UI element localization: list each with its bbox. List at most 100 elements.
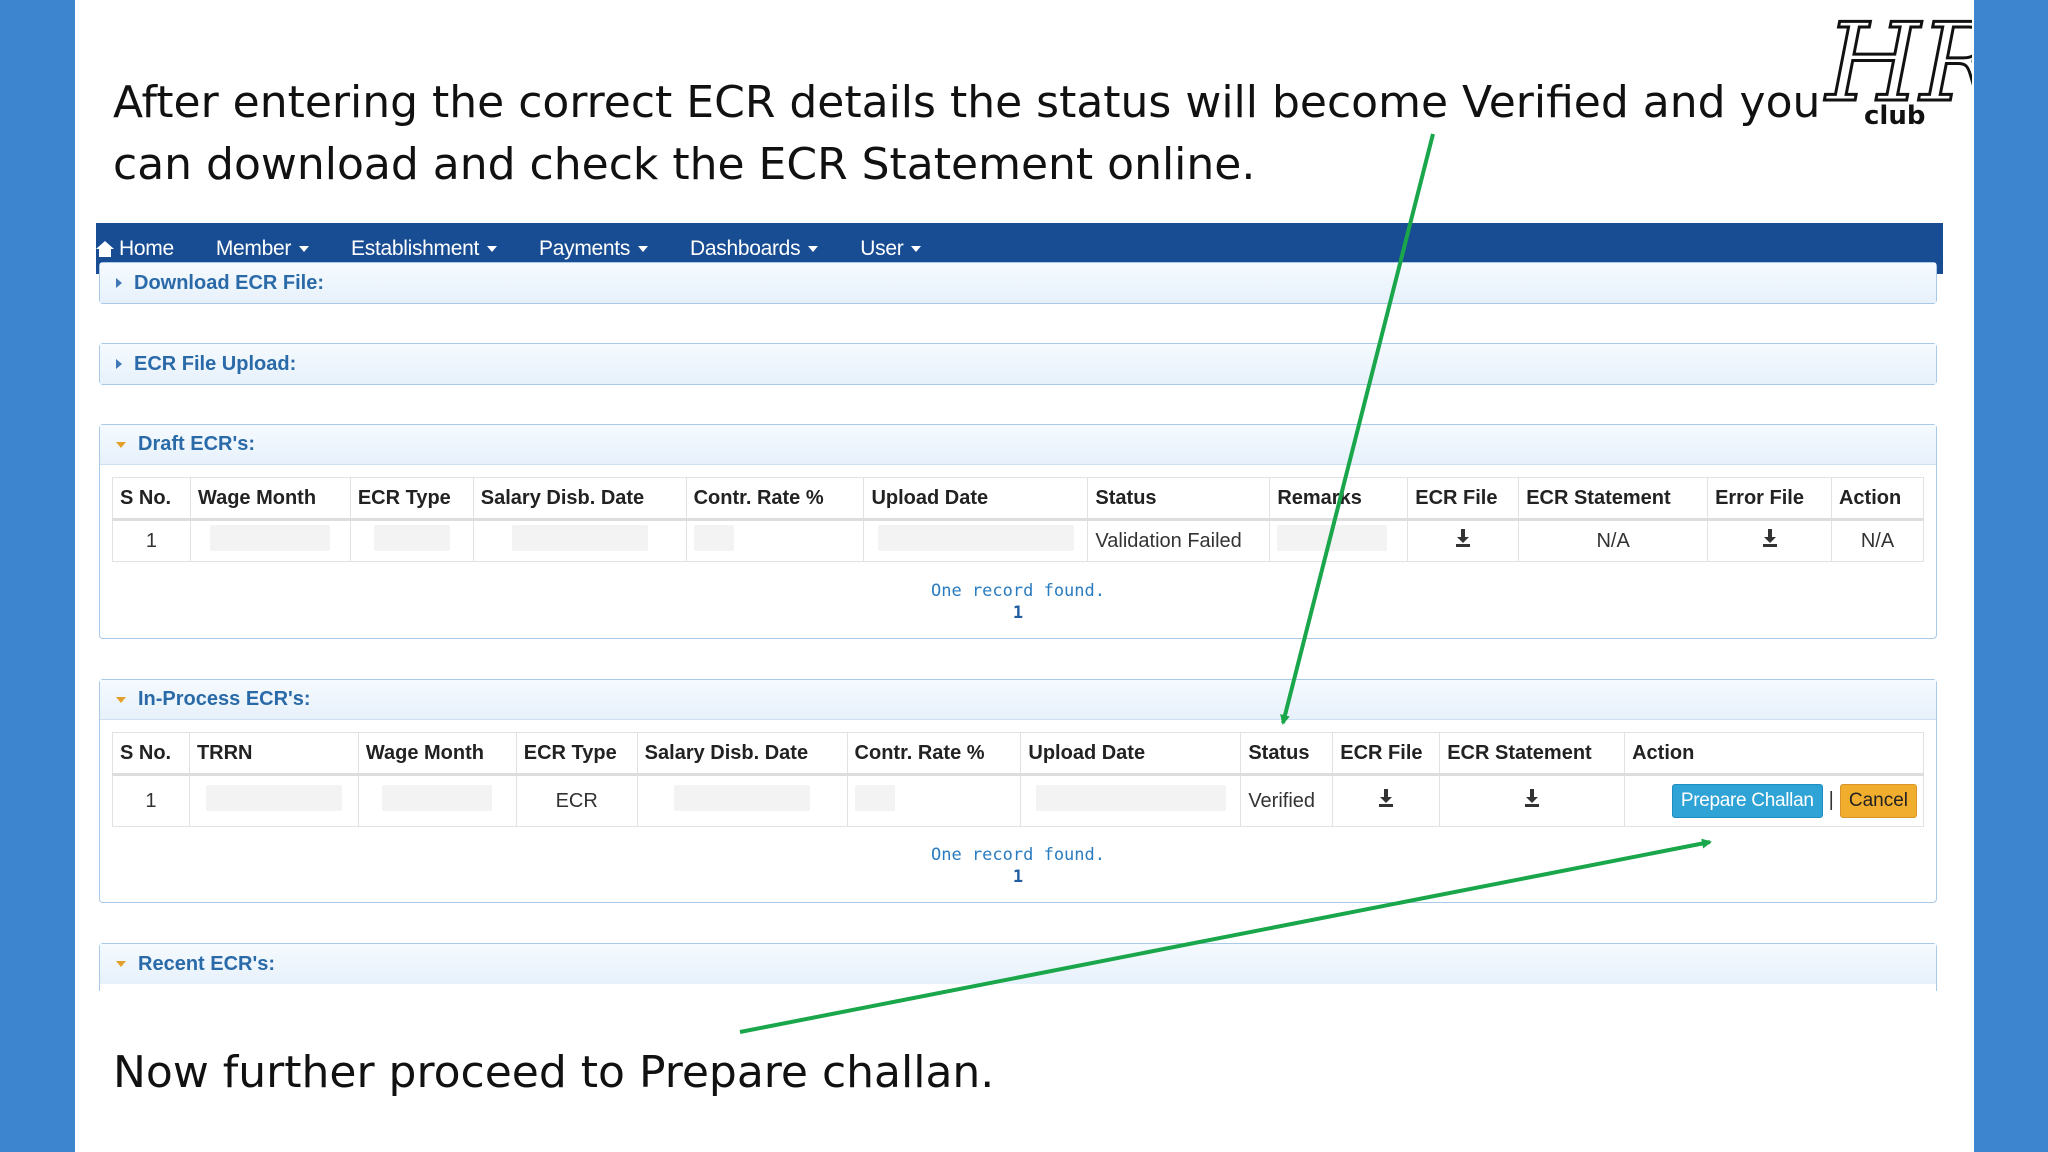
nav-dashboards[interactable]: Dashboards (690, 236, 819, 261)
caret-down-icon (116, 441, 126, 448)
panel-inprocess-ecrs: In-Process ECR's: S No. TRRN Wage Month … (99, 679, 1937, 903)
cell-upload-date (863, 519, 1089, 562)
panel-draft-ecrs: Draft ECR's: S No. Wage Month ECR Type S… (99, 424, 1937, 639)
col-wage-month: Wage Month (357, 732, 517, 776)
cell-upload-date (1020, 774, 1242, 827)
nav-member-label: Member (215, 236, 292, 260)
cell-contr-rate (685, 519, 865, 562)
col-sno: S No. (112, 732, 190, 776)
hr-club-logo: HR club (1823, 0, 1973, 131)
action-separator: | (1828, 789, 1834, 811)
table-row: 1 Validation Failed N/A N/A (112, 519, 1925, 562)
download-icon[interactable] (1379, 789, 1394, 807)
col-status: Status (1087, 477, 1271, 521)
inprocess-record-count: One record found. 1 (100, 844, 1936, 888)
panel-ecr-upload: ECR File Upload: (99, 343, 1937, 385)
cell-ecr-statement (1439, 774, 1626, 827)
cell-ecr-type (349, 519, 474, 562)
redacted-field (674, 785, 811, 811)
caption-bottom: Now further proceed to Prepare challan. (113, 1047, 995, 1098)
redacted-field (877, 525, 1074, 551)
cell-status: Validation Failed (1087, 519, 1271, 562)
chevron-down-icon (808, 245, 819, 252)
cell-error-file (1707, 519, 1832, 562)
col-ecr-statement: ECR Statement (1518, 477, 1709, 521)
redacted-field (205, 785, 342, 811)
nav-establishment[interactable]: Establishment (351, 237, 498, 261)
cell-trrn (188, 774, 359, 827)
draft-record-count: One record found. 1 (100, 580, 1936, 624)
panel-recent-title: Recent ECR's: (138, 952, 276, 975)
table-row: 1 ECR Verified Prepare Challan | Cancel (112, 774, 1924, 827)
panel-recent-header[interactable]: Recent ECR's: (100, 944, 1936, 984)
redacted-field (854, 785, 895, 811)
redacted-field (373, 525, 450, 551)
cell-ecr-type: ECR (515, 774, 638, 827)
draft-ecr-table: S No. Wage Month ECR Type Salary Disb. D… (112, 477, 1925, 562)
download-icon[interactable] (1456, 529, 1471, 547)
table-header-row: S No. TRRN Wage Month ECR Type Salary Di… (112, 732, 1924, 776)
cell-sno: 1 (112, 519, 191, 562)
cell-ecr-file (1407, 519, 1520, 562)
cell-action: N/A (1830, 519, 1925, 562)
prepare-challan-button[interactable]: Prepare Challan (1671, 784, 1823, 818)
nav-payments[interactable]: Payments (539, 236, 649, 261)
redacted-field (511, 525, 648, 551)
inprocess-ecr-table: S No. TRRN Wage Month ECR Type Salary Di… (112, 732, 1924, 827)
panel-draft-title: Draft ECR's: (138, 433, 255, 455)
col-wage-month: Wage Month (189, 477, 351, 521)
col-salary-disb-date: Salary Disb. Date (472, 477, 687, 521)
record-found-text: One record found. (931, 581, 1105, 601)
cell-status: Verified (1240, 774, 1334, 827)
redacted-field (1277, 525, 1388, 551)
col-ecr-type: ECR Type (349, 477, 474, 521)
panel-download-ecr-header[interactable]: Download ECR File: (100, 263, 1936, 303)
caret-right-icon (116, 278, 122, 288)
redacted-field (1035, 785, 1226, 811)
pagination-page-1[interactable]: 1 (100, 602, 1936, 624)
col-action: Action (1624, 732, 1924, 776)
panel-recent-ecrs: Recent ECR's: (99, 943, 1937, 991)
nav-payments-label: Payments (539, 236, 631, 260)
col-action: Action (1830, 477, 1925, 521)
panel-draft-header[interactable]: Draft ECR's: (100, 425, 1936, 465)
chevron-down-icon (299, 245, 310, 252)
pagination-page-1[interactable]: 1 (100, 866, 1936, 888)
panel-ecr-upload-header[interactable]: ECR File Upload: (100, 344, 1936, 384)
cell-ecr-statement: N/A (1518, 519, 1709, 562)
nav-dashboards-label: Dashboards (690, 236, 801, 260)
col-upload-date: Upload Date (1020, 732, 1242, 776)
download-icon[interactable] (1762, 529, 1777, 547)
caption-top: After entering the correct ECR details t… (113, 77, 1821, 190)
cancel-button[interactable]: Cancel (1839, 784, 1917, 818)
home-icon (96, 240, 114, 257)
panel-download-ecr-title: Download ECR File: (134, 271, 324, 294)
col-contr-rate: Contr. Rate % (846, 732, 1022, 776)
cell-ecr-file (1332, 774, 1441, 827)
redacted-field (210, 525, 331, 551)
redacted-field (382, 785, 493, 811)
col-sno: S No. (112, 477, 191, 521)
nav-member[interactable]: Member (215, 236, 310, 261)
nav-home[interactable]: Home (96, 237, 174, 261)
cell-contr-rate (846, 774, 1022, 827)
chevron-down-icon (911, 245, 922, 252)
cell-wage-month (189, 519, 351, 562)
panel-download-ecr: Download ECR File: (99, 262, 1937, 304)
cell-salary-disb-date (636, 774, 848, 827)
cell-sno: 1 (112, 774, 190, 827)
caret-right-icon (116, 359, 122, 369)
table-header-row: S No. Wage Month ECR Type Salary Disb. D… (112, 477, 1925, 521)
chevron-down-icon (487, 245, 498, 252)
panel-inprocess-header[interactable]: In-Process ECR's: (100, 680, 1936, 720)
col-ecr-file: ECR File (1407, 477, 1520, 521)
logo-club-text: club (1864, 101, 1925, 131)
download-icon[interactable] (1525, 789, 1540, 807)
nav-home-label: Home (119, 236, 174, 260)
record-found-text: One record found. (931, 845, 1105, 865)
col-status: Status (1240, 732, 1334, 776)
nav-user-label: User (860, 236, 904, 260)
panel-ecr-upload-title: ECR File Upload: (134, 352, 297, 375)
col-remarks: Remarks (1269, 477, 1409, 521)
nav-user[interactable]: User (860, 236, 922, 261)
